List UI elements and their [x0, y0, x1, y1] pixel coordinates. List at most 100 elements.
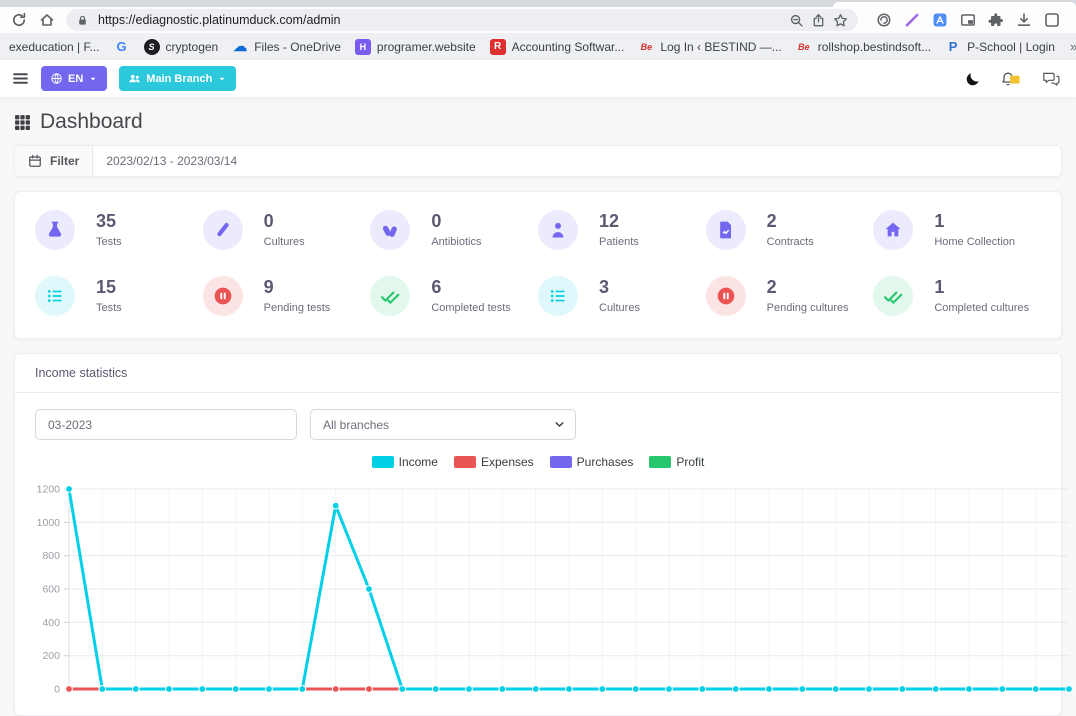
translate-extension-icon[interactable]	[930, 8, 950, 32]
bookmarks-overflow-chevron[interactable]: »	[1062, 39, 1076, 54]
stat-label: Completed cultures	[934, 302, 1029, 314]
bookmark-item[interactable]: BeLog In ‹ BESTIND —...	[631, 36, 788, 58]
stat-value: 0	[264, 212, 305, 232]
branch-dropdown-button[interactable]: Main Branch	[119, 66, 236, 91]
app-navbar: EN Main Branch	[0, 60, 1076, 97]
branch-select[interactable]: All branches	[310, 409, 576, 440]
reload-icon[interactable]	[6, 8, 32, 32]
income-chart: 020040060080010001200	[23, 475, 1076, 715]
stat-value: 6	[431, 278, 510, 298]
stat-value: 12	[599, 212, 639, 232]
chart-legend: Income Expenses Purchases Profit	[15, 448, 1061, 471]
blue-p-favicon-icon: P	[945, 39, 961, 55]
notification-bell-icon[interactable]	[1001, 71, 1022, 87]
legend-item-purchases[interactable]: Purchases	[550, 455, 634, 469]
stat-item: 2Contracts	[706, 210, 874, 250]
users-icon	[128, 72, 141, 85]
bookmark-label: programer.website	[377, 40, 476, 54]
profile-square-icon[interactable]	[1042, 8, 1062, 32]
address-bar[interactable]	[66, 9, 858, 31]
bookmark-label: Accounting Softwar...	[512, 40, 625, 54]
bookmark-item[interactable]: R Accounting Softwar...	[483, 36, 632, 58]
bookmark-item[interactable]: P P-School | Login	[938, 36, 1062, 58]
download-icon[interactable]	[1014, 8, 1034, 32]
moon-icon[interactable]	[965, 71, 981, 87]
stat-item: 2Pending cultures	[706, 276, 874, 316]
list-icon	[538, 276, 578, 316]
bookmark-item[interactable]: ☁Files - OneDrive	[225, 36, 348, 58]
legend-item-income[interactable]: Income	[372, 455, 438, 469]
share-icon[interactable]	[811, 13, 826, 28]
stats-card: 35Tests0Cultures0Antibiotics12Patients2C…	[14, 191, 1062, 339]
picture-in-picture-icon[interactable]	[958, 8, 978, 32]
bookmark-star-icon[interactable]	[833, 13, 848, 28]
branch-label: Main Branch	[146, 73, 212, 85]
filter-label: Filter	[50, 154, 79, 168]
legend-label: Expenses	[481, 455, 534, 469]
svg-text:800: 800	[42, 550, 60, 562]
bookmark-item[interactable]: Scryptogen	[137, 36, 226, 58]
filter-label-box: Filter	[15, 146, 93, 176]
extensions-puzzle-icon[interactable]	[986, 8, 1006, 32]
stat-item: 3Cultures	[538, 276, 706, 316]
bookmark-label: Log In ‹ BESTIND —...	[660, 40, 781, 54]
globe-icon	[50, 72, 63, 85]
date-range-input[interactable]	[93, 146, 1061, 176]
extension-cluster	[874, 8, 1062, 32]
filter-card: Filter	[14, 145, 1062, 177]
menu-hamburger-icon[interactable]	[12, 70, 29, 87]
svg-text:400: 400	[42, 617, 60, 629]
zoom-icon[interactable]	[789, 13, 804, 28]
legend-item-expenses[interactable]: Expenses	[454, 455, 534, 469]
chat-icon[interactable]	[1042, 71, 1060, 87]
stat-label: Completed tests	[431, 302, 510, 314]
stat-value: 0	[431, 212, 481, 232]
pen-extension-icon[interactable]	[902, 8, 922, 32]
home-solid-icon	[873, 210, 913, 250]
home-icon[interactable]	[34, 8, 60, 32]
chart-area: 020040060080010001200	[15, 471, 1061, 715]
stat-label: Pending cultures	[767, 302, 849, 314]
bookmarks-items: exeducation | F...GScryptogen☁Files - On…	[2, 36, 1062, 58]
svg-text:1000: 1000	[37, 517, 61, 529]
pause-circle-icon	[203, 276, 243, 316]
bookmark-item[interactable]: exeducation | F...	[2, 37, 107, 57]
income-controls: All branches	[15, 393, 1061, 448]
url-input[interactable]	[96, 12, 782, 28]
bookmark-item[interactable]: G	[107, 36, 137, 58]
chevron-down-icon	[553, 418, 566, 431]
stat-label: Cultures	[264, 236, 305, 248]
bookmark-label: cryptogen	[166, 40, 219, 54]
pause-circle-icon	[706, 276, 746, 316]
dark-circle-s-favicon-icon: S	[144, 39, 160, 55]
page-title: Dashboard	[40, 110, 143, 134]
test-tube-icon	[203, 210, 243, 250]
stat-value: 3	[599, 278, 640, 298]
check-double-icon	[370, 276, 410, 316]
stat-item: 15Tests	[35, 276, 203, 316]
stat-item: 0Antibiotics	[370, 210, 538, 250]
bookmark-item[interactable]: Hprogramer.website	[348, 36, 483, 58]
month-input[interactable]	[35, 409, 297, 440]
lock-icon	[76, 14, 89, 27]
bookmark-item[interactable]: Berollshop.bestindsoft...	[789, 36, 938, 58]
legend-swatch	[454, 456, 476, 468]
stat-label: Patients	[599, 236, 639, 248]
legend-label: Income	[399, 455, 438, 469]
browser-tab-strip	[0, 0, 1076, 7]
stat-item: 6 Completed tests	[370, 276, 538, 316]
language-dropdown-button[interactable]: EN	[41, 66, 107, 91]
browser-tab[interactable]	[833, 2, 1076, 7]
bookmark-label: P-School | Login	[967, 40, 1055, 54]
browser-toolbar	[0, 7, 1076, 33]
purple-square-h-favicon-icon: H	[355, 39, 371, 55]
google-g-favicon-icon: G	[114, 39, 130, 55]
stat-value: 1	[934, 212, 1015, 232]
stat-value: 1	[934, 278, 1029, 298]
income-statistics-card: Income statistics All branches IncomeExp…	[14, 353, 1062, 716]
extension-swirl-icon[interactable]	[874, 8, 894, 32]
onedrive-cloud-favicon-icon: ☁	[232, 39, 248, 55]
bookmark-label: rollshop.bestindsoft...	[818, 40, 931, 54]
legend-item-profit[interactable]: Profit	[649, 455, 704, 469]
red-square-r-favicon-icon: R	[490, 39, 506, 55]
